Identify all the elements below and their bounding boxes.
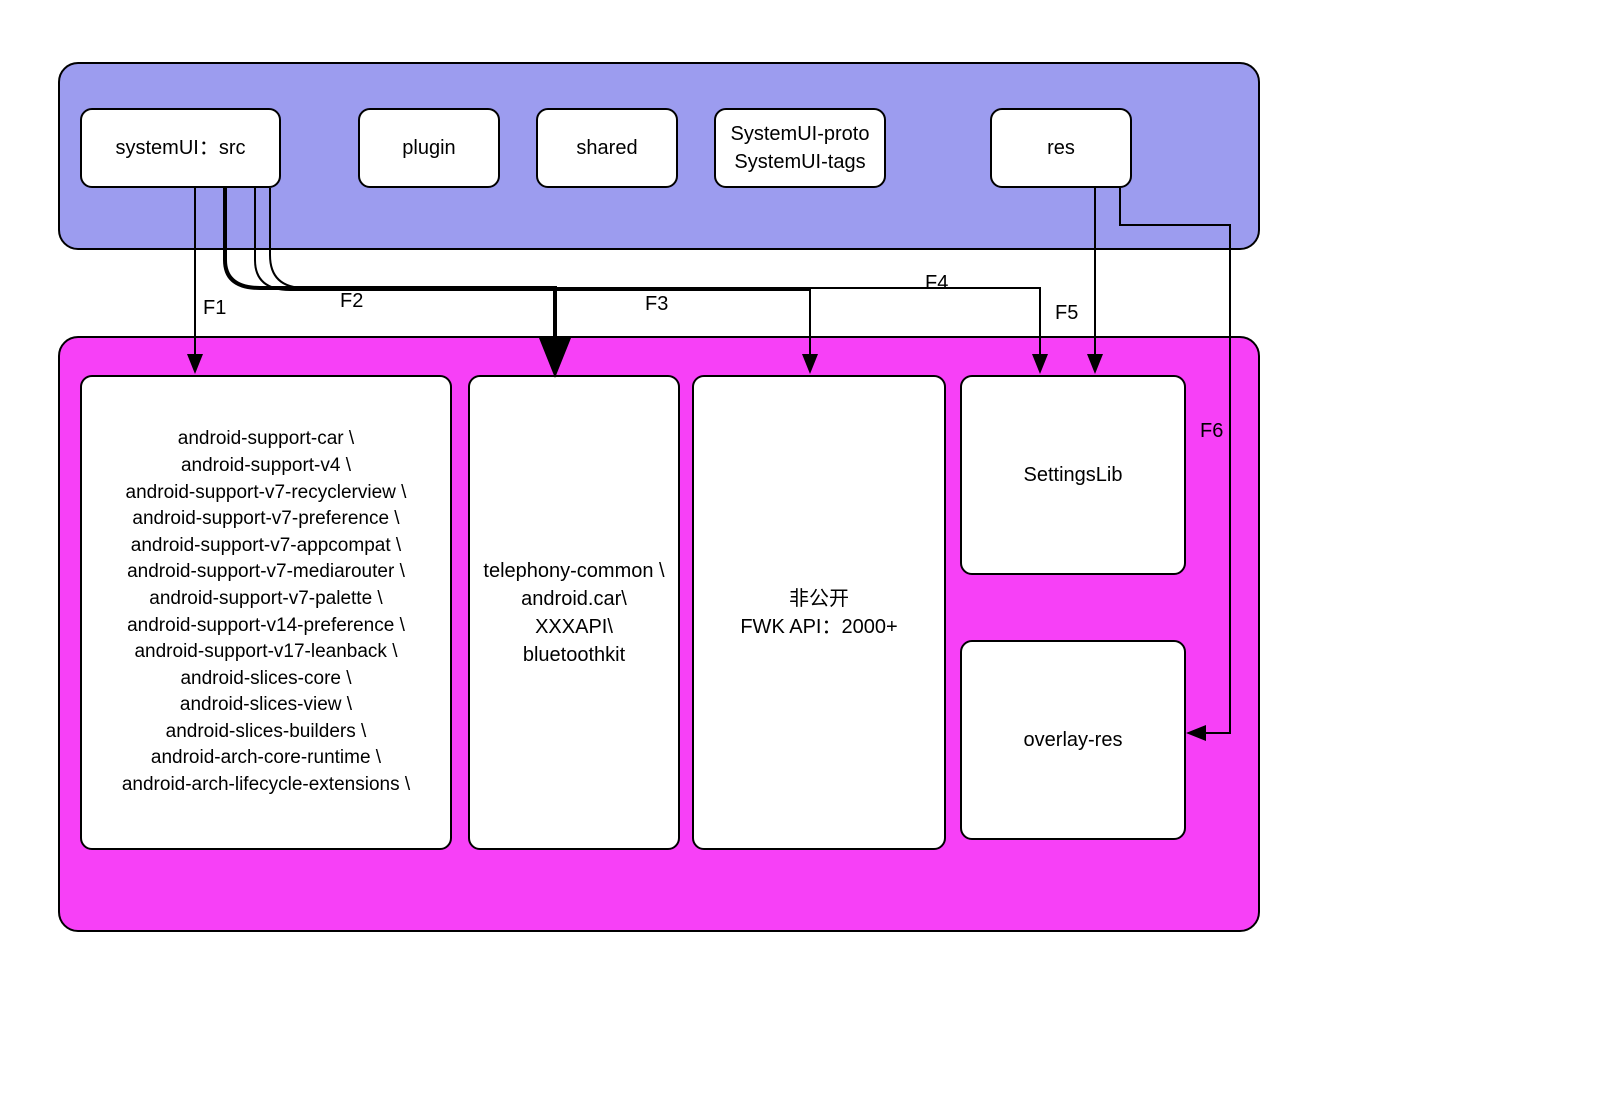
edge-label-f4: F4 <box>925 272 948 295</box>
support-lib-line: android-support-v7-recyclerview \ <box>122 480 410 507</box>
label-plugin: plugin <box>402 134 455 162</box>
label-fwk-line2: FWK API：2000+ <box>740 613 897 641</box>
support-lib-line: android-arch-core-runtime \ <box>122 745 410 772</box>
label-proto: SystemUI-proto <box>731 120 870 148</box>
telephony-line: XXXAPI\ <box>483 613 664 641</box>
telephony-line: bluetoothkit <box>483 641 664 669</box>
support-lib-line: android-support-v7-appcompat \ <box>122 533 410 560</box>
node-res: res <box>990 108 1132 188</box>
edge-label-f1: F1 <box>203 297 226 320</box>
node-overlay-res: overlay-res <box>960 640 1186 840</box>
label-tags: SystemUI-tags <box>734 148 865 176</box>
edge-label-f5: F5 <box>1055 302 1078 325</box>
support-lib-line: android-arch-lifecycle-extensions \ <box>122 772 410 799</box>
label-shared: shared <box>576 134 637 162</box>
node-support-libs: android-support-car \android-support-v4 … <box>80 375 452 850</box>
telephony-list: telephony-common \android.car\XXXAPI\blu… <box>483 557 664 669</box>
support-lib-line: android-slices-builders \ <box>122 719 410 746</box>
node-fwk-api: 非公开 FWK API：2000+ <box>692 375 946 850</box>
support-lib-line: android-slices-view \ <box>122 692 410 719</box>
support-lib-line: android-support-v17-leanback \ <box>122 639 410 666</box>
support-lib-line: android-support-v7-preference \ <box>122 506 410 533</box>
support-lib-line: android-support-car \ <box>122 426 410 453</box>
label-settingslib: SettingsLib <box>1024 461 1123 489</box>
edge-label-f3: F3 <box>645 293 668 316</box>
node-telephony: telephony-common \android.car\XXXAPI\blu… <box>468 375 680 850</box>
node-shared: shared <box>536 108 678 188</box>
support-lib-line: android-support-v7-palette \ <box>122 586 410 613</box>
telephony-line: telephony-common \ <box>483 557 664 585</box>
label-systemui-src: systemUI：src <box>116 134 246 162</box>
node-systemui-src: systemUI：src <box>80 108 281 188</box>
node-settingslib: SettingsLib <box>960 375 1186 575</box>
label-overlay-res: overlay-res <box>1024 726 1123 754</box>
support-libs-list: android-support-car \android-support-v4 … <box>122 426 410 798</box>
node-systemui-proto-tags: SystemUI-proto SystemUI-tags <box>714 108 886 188</box>
support-lib-line: android-slices-core \ <box>122 666 410 693</box>
edge-label-f6: F6 <box>1200 420 1223 443</box>
support-lib-line: android-support-v4 \ <box>122 453 410 480</box>
telephony-line: android.car\ <box>483 585 664 613</box>
edge-label-f2: F2 <box>340 290 363 313</box>
support-lib-line: android-support-v14-preference \ <box>122 613 410 640</box>
label-fwk-line1: 非公开 <box>789 585 849 613</box>
label-res: res <box>1047 134 1075 162</box>
node-plugin: plugin <box>358 108 500 188</box>
support-lib-line: android-support-v7-mediarouter \ <box>122 559 410 586</box>
